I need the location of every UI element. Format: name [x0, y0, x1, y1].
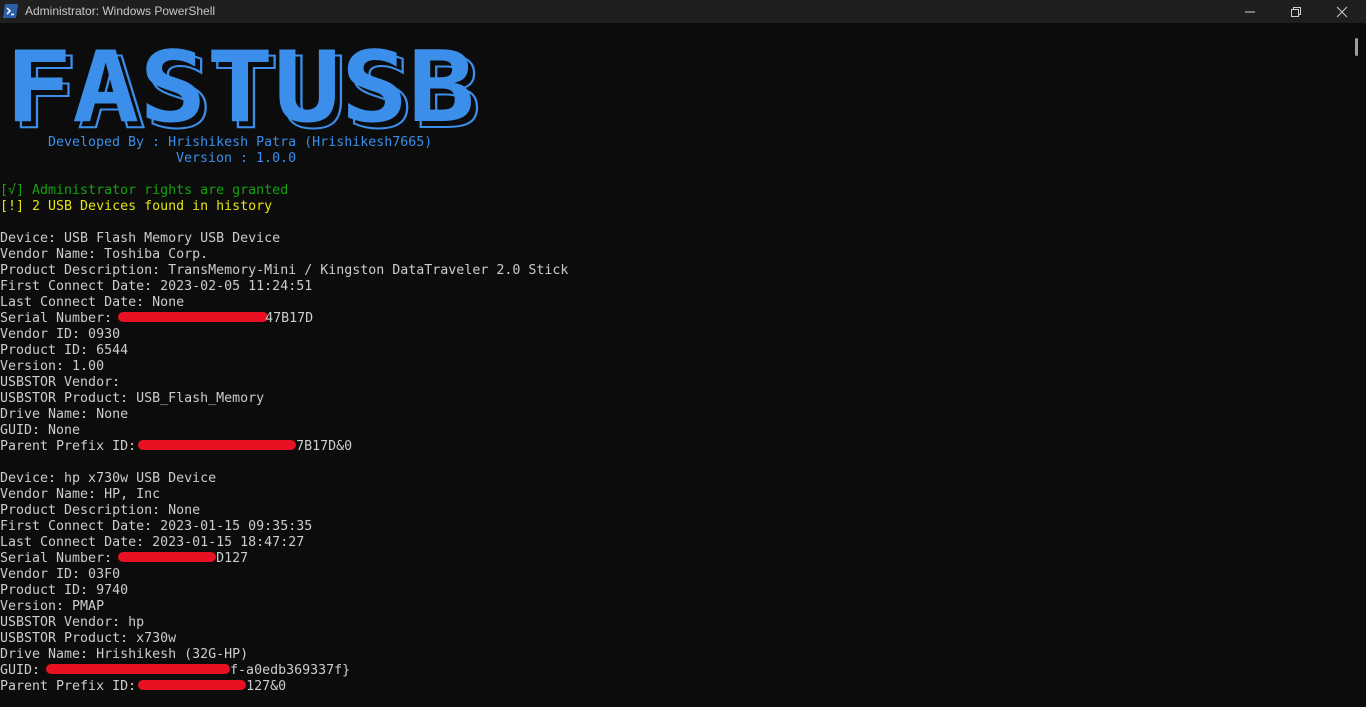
device-2-product-description: Product Description: None — [0, 503, 201, 518]
vertical-scrollbar[interactable] — [1348, 23, 1366, 707]
redaction-mark — [118, 552, 217, 562]
devices-found-status: [!] 2 USB Devices found in history — [0, 199, 273, 214]
serial-label: Serial Number: — [0, 311, 121, 326]
device-2-usbstor-product: USBSTOR Product: x730w — [0, 631, 177, 646]
device-2-first-connect: First Connect Date: 2023-01-15 09:35:35 — [0, 519, 313, 534]
redaction-mark — [46, 664, 231, 674]
title-bar[interactable]: Administrator: Windows PowerShell — [0, 0, 1366, 23]
device-1-parent-prefix-id: Parent Prefix ID: 7B17D&0 — [0, 439, 352, 455]
scrollbar-thumb[interactable] — [1355, 38, 1358, 56]
device-1-version: Version: 1.00 — [0, 359, 105, 374]
minimize-button[interactable] — [1227, 0, 1273, 23]
device-2-last-connect: Last Connect Date: 2023-01-15 18:47:27 — [0, 535, 305, 550]
version-text: Version : 1.0.0 — [176, 151, 297, 166]
parent-prefix-label: Parent Prefix ID: — [0, 439, 145, 454]
device-2-name: Device: hp x730w USB Device — [0, 471, 217, 486]
redaction-mark — [118, 312, 269, 322]
device-1-guid: GUID: None — [0, 423, 81, 438]
serial-value: D127 — [216, 551, 249, 566]
close-icon — [1336, 6, 1348, 18]
window-title: Administrator: Windows PowerShell — [25, 4, 216, 18]
device-2-vendor-id: Vendor ID: 03F0 — [0, 567, 121, 582]
device-2-serial-number: Serial Number: D127 — [0, 551, 248, 567]
device-1-serial-number: Serial Number: 47B17D — [0, 311, 313, 327]
device-1-vendor-id: Vendor ID: 0930 — [0, 327, 121, 342]
developer-credit: Developed By : Hrishikesh Patra (Hrishik… — [48, 135, 433, 150]
serial-label: Serial Number: — [0, 551, 121, 566]
serial-value: 47B17D — [265, 311, 314, 326]
parent-prefix-value: 7B17D&0 — [296, 439, 353, 454]
device-1-usbstor-product: USBSTOR Product: USB_Flash_Memory — [0, 391, 265, 406]
maximize-button[interactable] — [1273, 0, 1319, 23]
console-output[interactable]: FASTUSB FASTUSB Developed By : Hrishikes… — [0, 23, 1348, 707]
device-2-guid: GUID: f-a0edb369337f} — [0, 663, 350, 679]
admin-status: [√] Administrator rights are granted — [0, 183, 289, 198]
device-2-drive-name: Drive Name: Hrishikesh (32G-HP) — [0, 647, 249, 662]
guid-value: f-a0edb369337f} — [230, 663, 351, 678]
parent-prefix-value: 127&0 — [246, 679, 287, 694]
redaction-mark — [138, 440, 297, 450]
device-1-usbstor-vendor: USBSTOR Vendor: — [0, 375, 121, 390]
fastusb-logo: FASTUSB FASTUSB — [6, 37, 482, 133]
parent-prefix-label: Parent Prefix ID: — [0, 679, 145, 694]
device-1-first-connect: First Connect Date: 2023-02-05 11:24:51 — [0, 279, 313, 294]
device-1-product-description: Product Description: TransMemory-Mini / … — [0, 263, 569, 278]
device-2-parent-prefix-id: Parent Prefix ID: 127&0 — [0, 679, 286, 695]
close-button[interactable] — [1319, 0, 1365, 23]
device-2-vendor-name: Vendor Name: HP, Inc — [0, 487, 161, 502]
device-1-drive-name: Drive Name: None — [0, 407, 129, 422]
device-1-name: Device: USB Flash Memory USB Device — [0, 231, 281, 246]
minimize-icon — [1245, 11, 1255, 13]
device-1-last-connect: Last Connect Date: None — [0, 295, 185, 310]
device-2-product-id: Product ID: 9740 — [0, 583, 129, 598]
redaction-mark — [138, 680, 247, 690]
device-1-product-id: Product ID: 6544 — [0, 343, 129, 358]
guid-label: GUID: — [0, 663, 49, 678]
maximize-icon — [1291, 7, 1301, 17]
powershell-icon — [3, 4, 18, 18]
device-2-usbstor-vendor: USBSTOR Vendor: hp — [0, 615, 145, 630]
logo-text-front: FASTUSB — [6, 37, 475, 133]
device-1-vendor-name: Vendor Name: Toshiba Corp. — [0, 247, 209, 262]
device-2-version: Version: PMAP — [0, 599, 105, 614]
